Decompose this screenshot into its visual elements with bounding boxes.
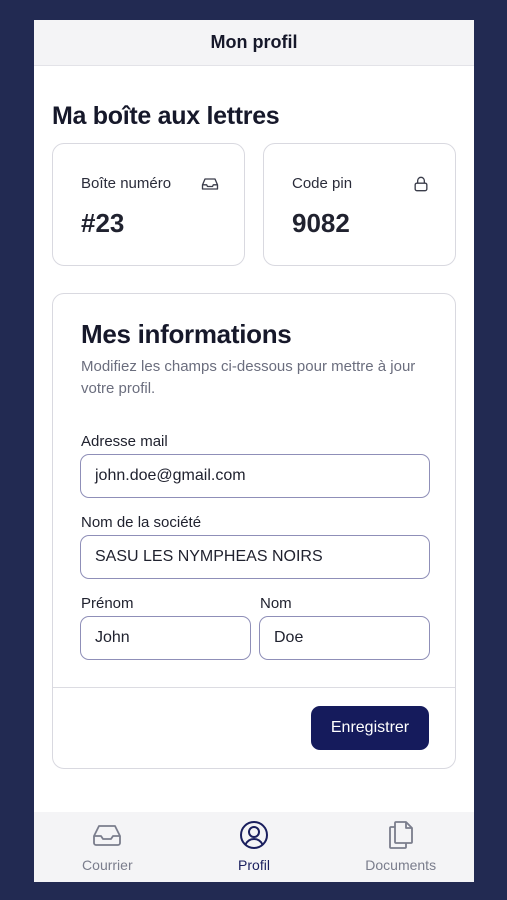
- email-label: Adresse mail: [81, 433, 168, 450]
- firstname-label: Prénom: [81, 595, 134, 612]
- nav-item-documents[interactable]: Documents: [327, 812, 474, 882]
- app-screen: Mon profil Ma boîte aux lettres Boîte nu…: [34, 20, 474, 882]
- firstname-field[interactable]: John: [80, 616, 251, 660]
- info-title: Mes informations: [81, 319, 292, 349]
- page-title: Mon profil: [210, 32, 298, 52]
- top-bar: Mon profil: [34, 20, 474, 66]
- pin-code-card: Code pin 9082: [263, 143, 456, 266]
- user-circle-icon: [240, 821, 268, 849]
- company-label: Nom de la société: [81, 514, 202, 531]
- nav-item-courrier[interactable]: Courrier: [34, 812, 181, 882]
- info-description: Modifiez les champs ci-dessous pour mett…: [81, 358, 416, 397]
- save-button[interactable]: Enregistrer: [311, 706, 429, 750]
- mailbox-number-label: Boîte numéro: [81, 175, 172, 192]
- pin-code-value: 9082: [292, 208, 350, 238]
- nav-item-profil[interactable]: Profil: [181, 812, 328, 882]
- email-field[interactable]: john.doe@gmail.com: [80, 454, 430, 498]
- mailbox-section-title: Ma boîte aux lettres: [52, 102, 280, 130]
- bottom-nav: Courrier Profil Documents: [34, 812, 474, 882]
- company-field[interactable]: SASU LES NYMPHEAS NOIRS: [80, 535, 430, 579]
- lastname-label: Nom: [260, 595, 292, 612]
- documents-icon: [388, 821, 413, 849]
- divider: [53, 687, 455, 688]
- mailbox-number-card: Boîte numéro #23: [52, 143, 245, 266]
- profile-info-card: Mes informations Modifiez les champs ci-…: [52, 293, 456, 769]
- mailbox-number-value: #23: [81, 208, 125, 238]
- inbox-icon: [93, 825, 122, 846]
- pin-code-label: Code pin: [292, 175, 353, 192]
- lastname-field[interactable]: Doe: [259, 616, 430, 660]
- nav-label-profil: Profil: [238, 857, 270, 873]
- inbox-icon: [201, 178, 219, 190]
- nav-label-documents: Documents: [365, 857, 437, 873]
- lock-icon: [414, 176, 428, 192]
- nav-label-courrier: Courrier: [82, 857, 133, 873]
